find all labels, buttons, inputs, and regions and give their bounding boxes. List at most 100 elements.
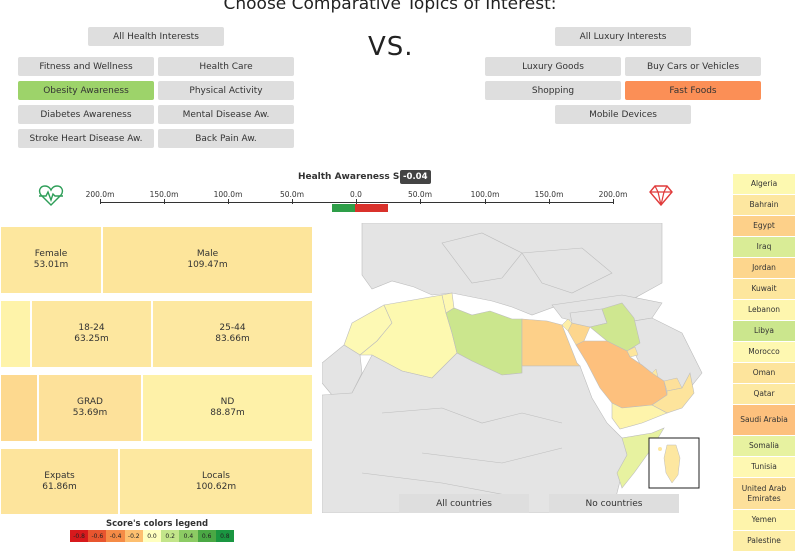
stroke-heart-disease-button[interactable]: Stroke Heart Disease Aw. bbox=[18, 129, 154, 148]
country-item-tunisia[interactable]: Tunisia bbox=[733, 457, 795, 478]
cell-label: ND bbox=[220, 397, 235, 407]
legend-swatch: 0.0 bbox=[142, 530, 162, 542]
country-item-lebanon[interactable]: Lebanon bbox=[733, 300, 795, 321]
axis-tick-label: 200.0m bbox=[598, 190, 628, 199]
legend-swatch: 0.8 bbox=[215, 530, 234, 542]
legend-swatch: -0.6 bbox=[88, 530, 107, 542]
legend-swatch: -0.2 bbox=[124, 530, 143, 542]
luxury-goods-button[interactable]: Luxury Goods bbox=[485, 57, 621, 76]
country-item-iraq[interactable]: Iraq bbox=[733, 237, 795, 258]
country-item-algeria[interactable]: Algeria bbox=[733, 174, 795, 195]
diabetes-awareness-button[interactable]: Diabetes Awareness bbox=[18, 105, 154, 124]
treemap-cell-female[interactable]: Female 53.01m bbox=[0, 226, 102, 294]
cell-label: Expats bbox=[44, 470, 75, 481]
axis-tick bbox=[292, 199, 293, 204]
axis-tick bbox=[100, 199, 101, 204]
all-health-interests-button[interactable]: All Health Interests bbox=[88, 27, 224, 46]
axis-tick bbox=[164, 199, 165, 204]
page-title: Choose Comparative Topics of Interest: bbox=[223, 0, 557, 14]
diamond-icon bbox=[649, 184, 673, 210]
demographics-treemap: Female 53.01m Male 109.47m 18-24 63.25m … bbox=[0, 226, 313, 515]
score-bar-luxury bbox=[355, 204, 388, 212]
cell-label: Male bbox=[196, 249, 219, 259]
cell-value: 100.62m bbox=[195, 481, 237, 492]
country-item-palestine[interactable]: Palestine bbox=[733, 531, 795, 552]
health-care-button[interactable]: Health Care bbox=[158, 57, 294, 76]
axis-tick-label: 50.0m bbox=[279, 190, 305, 199]
fast-foods-button[interactable]: Fast Foods bbox=[625, 81, 761, 100]
axis-tick-label: 100.0m bbox=[470, 190, 500, 199]
legend-swatch: -0.8 bbox=[70, 530, 89, 542]
axis-tick bbox=[485, 199, 486, 204]
axis-tick-label: 0.0 bbox=[350, 190, 362, 199]
axis-tick bbox=[613, 199, 614, 204]
cell-label: 18-24 bbox=[78, 323, 105, 333]
score-axis-line bbox=[100, 202, 614, 203]
cell-value: 63.25m bbox=[74, 334, 109, 344]
heartbeat-icon bbox=[38, 185, 64, 211]
cell-value: 53.69m bbox=[72, 408, 108, 418]
treemap-cell-grad[interactable]: GRAD 53.69m bbox=[38, 374, 142, 442]
country-item-kuwait[interactable]: Kuwait bbox=[733, 279, 795, 300]
country-item-bahrain[interactable]: Bahrain bbox=[733, 195, 795, 216]
axis-tick-label: 50.0m bbox=[407, 190, 433, 199]
legend-swatch: 0.4 bbox=[179, 530, 198, 542]
score-bar-health bbox=[332, 204, 355, 212]
country-item-somalia[interactable]: Somalia bbox=[733, 436, 795, 457]
treemap-cell-nd[interactable]: ND 88.87m bbox=[142, 374, 313, 442]
treemap-cell-male[interactable]: Male 109.47m bbox=[102, 226, 313, 294]
country-item-egypt[interactable]: Egypt bbox=[733, 216, 795, 237]
treemap-cell-18-24[interactable]: 18-24 63.25m bbox=[31, 300, 152, 368]
cell-value: 88.87m bbox=[210, 408, 245, 418]
physical-activity-button[interactable]: Physical Activity bbox=[158, 81, 294, 100]
country-item-united-arab-emirates[interactable]: United Arab Emirates bbox=[733, 478, 795, 510]
treemap-cell-age-small[interactable] bbox=[0, 300, 31, 368]
back-pain-button[interactable]: Back Pain Aw. bbox=[158, 129, 294, 148]
fitness-wellness-button[interactable]: Fitness and Wellness bbox=[18, 57, 154, 76]
mental-disease-button[interactable]: Mental Disease Aw. bbox=[158, 105, 294, 124]
cell-label: Locals bbox=[201, 470, 230, 481]
country-list: Algeria Bahrain Egypt Iraq Jordan Kuwait Leban… bbox=[733, 174, 795, 552]
country-item-libya[interactable]: Libya bbox=[733, 321, 795, 342]
vs-label: VS. bbox=[368, 32, 414, 62]
cell-value: 109.47m bbox=[187, 260, 228, 270]
all-luxury-interests-button[interactable]: All Luxury Interests bbox=[555, 27, 691, 46]
region-map[interactable] bbox=[322, 223, 730, 513]
axis-tick-label: 150.0m bbox=[149, 190, 179, 199]
buy-cars-button[interactable]: Buy Cars or Vehicles bbox=[625, 57, 761, 76]
country-item-jordan[interactable]: Jordan bbox=[733, 258, 795, 279]
country-item-yemen[interactable]: Yemen bbox=[733, 510, 795, 531]
score-label: Health Awareness Score: bbox=[297, 172, 425, 182]
cell-label: GRAD bbox=[77, 397, 103, 407]
treemap-cell-expats[interactable]: Expats 61.86m bbox=[0, 448, 119, 515]
axis-tick bbox=[420, 199, 421, 204]
mobile-devices-button[interactable]: Mobile Devices bbox=[555, 105, 691, 124]
country-item-oman[interactable]: Oman bbox=[733, 363, 795, 384]
cell-value: 83.66m bbox=[215, 334, 250, 344]
cell-value: 61.86m bbox=[42, 481, 77, 492]
treemap-cell-edu-small[interactable] bbox=[0, 374, 38, 442]
treemap-cell-25-44[interactable]: 25-44 83.66m bbox=[152, 300, 313, 368]
axis-tick bbox=[549, 199, 550, 204]
obesity-awareness-button[interactable]: Obesity Awareness bbox=[18, 81, 154, 100]
legend-title: Score's colors legend bbox=[106, 519, 209, 529]
axis-tick-label: 150.0m bbox=[534, 190, 564, 199]
no-countries-button[interactable]: No countries bbox=[549, 494, 679, 513]
axis-tick-label: 100.0m bbox=[213, 190, 243, 199]
score-badge: -0.04 bbox=[400, 170, 431, 184]
legend-swatch: 0.6 bbox=[197, 530, 216, 542]
country-item-morocco[interactable]: Morocco bbox=[733, 342, 795, 363]
country-item-saudi-arabia[interactable]: Saudi Arabia bbox=[733, 405, 795, 436]
legend-swatch: 0.2 bbox=[161, 530, 180, 542]
axis-tick bbox=[228, 199, 229, 204]
axis-tick-label: 200.0m bbox=[85, 190, 115, 199]
cell-label: Female bbox=[34, 249, 68, 259]
treemap-cell-locals[interactable]: Locals 100.62m bbox=[119, 448, 313, 515]
cell-value: 53.01m bbox=[33, 260, 69, 270]
all-countries-button[interactable]: All countries bbox=[399, 494, 529, 513]
shopping-button[interactable]: Shopping bbox=[485, 81, 621, 100]
legend-swatch: -0.4 bbox=[106, 530, 125, 542]
cell-label: 25-44 bbox=[219, 323, 246, 333]
country-item-qatar[interactable]: Qatar bbox=[733, 384, 795, 405]
score-color-legend: -0.8 -0.6 -0.4 -0.2 0.0 0.2 0.4 0.6 0.8 bbox=[70, 530, 234, 542]
